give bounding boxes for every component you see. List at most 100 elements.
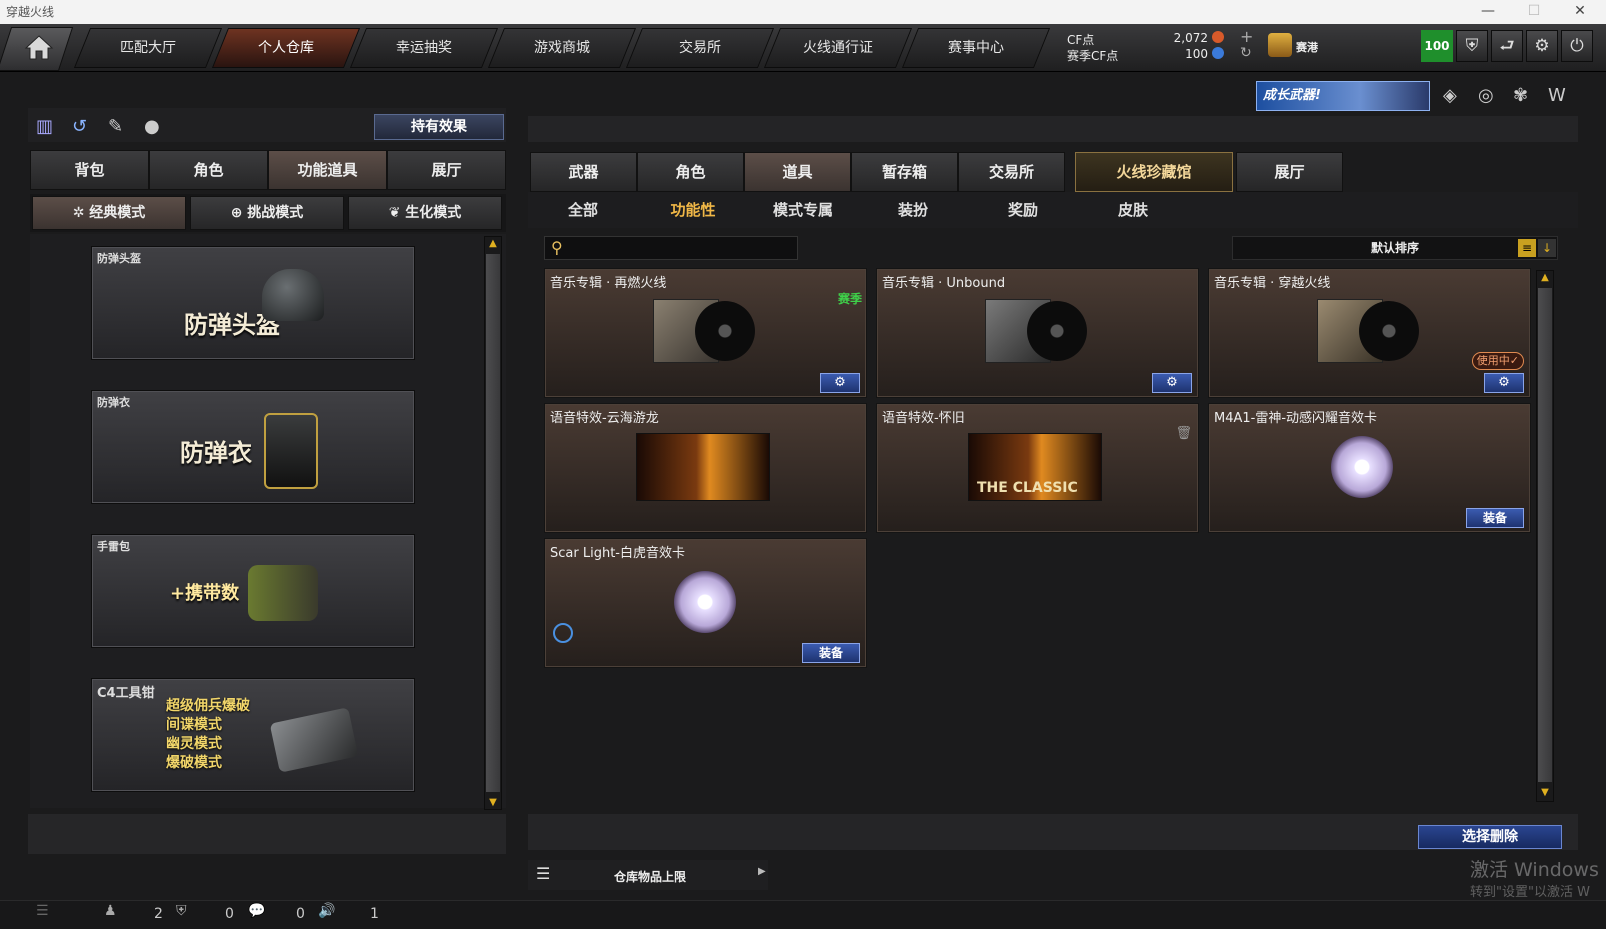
menu-icon[interactable]: ☰ [36, 903, 49, 919]
close-button[interactable]: ✕ [1558, 0, 1602, 24]
equip-button[interactable]: 装备 [1466, 508, 1524, 528]
card-label: 防弹衣 [97, 396, 130, 409]
friends-icon[interactable]: ♟ [104, 903, 117, 919]
right-scroll-thumb[interactable] [1538, 288, 1552, 782]
history-icon[interactable]: ↺ [72, 116, 87, 137]
nav-tab-exchange[interactable]: 交易所 [625, 28, 775, 68]
nav-tab-lucky-draw[interactable]: 幸运抽奖 [349, 28, 499, 68]
refresh-cf-button[interactable]: ↻ [1240, 45, 1252, 61]
cf-coin-icon [1212, 31, 1224, 43]
subtab-rewards[interactable]: 奖励 [968, 192, 1078, 228]
left-tab-backpack[interactable]: 背包 [30, 150, 149, 190]
power-button[interactable]: ⏻ [1561, 30, 1593, 62]
scroll-up-arrow-icon[interactable]: ▲ [484, 238, 502, 249]
c4-modes-list: 超级佣兵爆破 间谍模式 幽灵模式 爆破模式 [166, 697, 250, 773]
right-tab-stash[interactable]: 暂存箱 [851, 152, 958, 192]
item-label: 音乐专辑 · 再燃火线 [550, 276, 667, 291]
nav-tab-event-center[interactable]: 赛事中心 [901, 28, 1051, 68]
wire-cutter-icon [269, 707, 359, 773]
item-card[interactable]: 语音特效-云海游龙 [544, 403, 867, 533]
rank-emblem-icon [1268, 33, 1292, 57]
settings-button[interactable]: ⚙ [1526, 30, 1558, 62]
c4-mode-line: 幽灵模式 [166, 736, 222, 752]
left-tab-showroom[interactable]: 展厅 [387, 150, 506, 190]
level-badge[interactable]: 100 [1421, 30, 1453, 62]
item-card[interactable]: 音乐专辑 · 再燃火线 赛季 ⚙ [544, 268, 867, 398]
item-card[interactable]: Scar Light-白虎音效卡 装备 [544, 538, 867, 668]
helmet-icon [262, 269, 324, 321]
left-scroll-thumb[interactable] [486, 254, 500, 792]
vinyl-disc-icon [695, 301, 755, 361]
scroll-up-arrow-icon[interactable]: ▲ [1536, 272, 1554, 283]
sort-direction-icon[interactable]: ↓ [1538, 239, 1556, 257]
w-logo-icon[interactable]: W [1548, 85, 1566, 106]
item-card[interactable]: M4A1-雷神-动感闪耀音效卡 装备 [1208, 403, 1531, 533]
challenge-mode-icon: ⊕ [230, 205, 248, 221]
item-card[interactable]: 音乐专辑 · Unbound ⚙ [876, 268, 1199, 398]
zombie-mode-icon: ❦ [388, 205, 406, 221]
grenade-icon[interactable]: ● [144, 116, 160, 137]
clover-icon[interactable]: ✾ [1513, 85, 1528, 106]
growth-weapon-banner[interactable]: 成长武器! [1256, 81, 1430, 111]
c4-mode-line: 爆破模式 [166, 755, 222, 771]
nav-tab-personal-storage[interactable]: 个人仓库 [211, 28, 361, 68]
return-button[interactable]: ⮐ [1491, 30, 1523, 62]
list-view-icon[interactable]: ≡ [1518, 239, 1536, 257]
left-card-helmet[interactable]: 防弹头盔 防弹头盔 [91, 246, 415, 360]
equip-button[interactable]: 装备 [802, 643, 860, 663]
subtab-dress-up[interactable]: 装扮 [858, 192, 968, 228]
ranking-icon[interactable]: ▥ [36, 116, 53, 137]
spray-icon[interactable]: ✎ [108, 116, 123, 137]
right-tab-items[interactable]: 道具 [744, 152, 851, 192]
mode-zombie[interactable]: ❦ 生化模式 [348, 196, 502, 230]
select-delete-button[interactable]: 选择删除 [1418, 825, 1562, 849]
left-tab-character[interactable]: 角色 [149, 150, 268, 190]
nav-tab-match-lobby[interactable]: 匹配大厅 [73, 28, 223, 68]
speaker-count: 1 [370, 906, 379, 922]
holding-effects-button[interactable]: 持有效果 [374, 114, 504, 140]
item-card[interactable]: 音乐专辑 · 穿越火线 使用中✓ ⚙ [1208, 268, 1531, 398]
right-tab-character[interactable]: 角色 [637, 152, 744, 192]
mode-challenge[interactable]: ⊕ 挑战模式 [190, 196, 344, 230]
item-label: 语音特效-怀旧 [882, 411, 965, 426]
nav-tab-game-mall[interactable]: 游戏商城 [487, 28, 637, 68]
minimize-button[interactable]: — [1466, 0, 1510, 24]
left-card-vest[interactable]: 防弹衣 防弹衣 [91, 390, 415, 504]
scroll-down-arrow-icon[interactable]: ▼ [484, 797, 502, 808]
subtab-all[interactable]: 全部 [528, 192, 638, 228]
item-settings-button[interactable]: ⚙ [820, 373, 860, 393]
trash-icon[interactable]: 🗑 [1175, 426, 1192, 441]
subtab-mode-exclusive[interactable]: 模式专属 [748, 192, 858, 228]
subtab-functional[interactable]: 功能性 [638, 192, 748, 228]
globe-icon[interactable]: ◎ [1478, 85, 1494, 106]
scroll-down-arrow-icon[interactable]: ▼ [1536, 787, 1554, 798]
window-title: 穿越火线 [6, 5, 55, 19]
vip-shield-icon[interactable]: ◈ [1443, 85, 1457, 106]
left-card-c4-tool[interactable]: C4工具钳 超级佣兵爆破 间谍模式 幽灵模式 爆破模式 [91, 678, 415, 792]
expand-arrow-icon[interactable]: ▶ [758, 866, 766, 877]
item-label: 语音特效-云海游龙 [550, 411, 659, 426]
item-card[interactable]: 语音特效-怀旧 🗑 THE CLASSIC [876, 403, 1199, 533]
window-title-bar: 穿越火线 [0, 0, 1606, 24]
sound-card-disc-icon [1331, 436, 1393, 498]
storage-limit-label: 仓库物品上限 [614, 870, 687, 884]
left-tab-function-items[interactable]: 功能道具 [268, 150, 387, 190]
mode-classic[interactable]: ✲ 经典模式 [32, 196, 186, 230]
chat-icon[interactable]: 💬 [248, 903, 265, 919]
left-card-grenade-pack[interactable]: 手雷包 +携带数 [91, 534, 415, 648]
sort-dropdown[interactable]: 默认排序 [1232, 236, 1558, 260]
clan-shield-icon[interactable]: ⛨ [176, 903, 187, 919]
search-input[interactable] [574, 239, 792, 257]
right-tab-weapons[interactable]: 武器 [530, 152, 637, 192]
item-settings-button[interactable]: ⚙ [1484, 373, 1524, 393]
add-cf-button[interactable]: + [1240, 27, 1253, 46]
speaker-icon[interactable]: 🔊 [318, 903, 335, 919]
right-tab-showroom[interactable]: 展厅 [1236, 152, 1343, 192]
shield-button[interactable]: ⛨ [1456, 30, 1488, 62]
right-tab-collection[interactable]: 火线珍藏馆 [1075, 152, 1233, 192]
right-tab-exchange[interactable]: 交易所 [958, 152, 1065, 192]
item-settings-button[interactable]: ⚙ [1152, 373, 1192, 393]
subtab-skins[interactable]: 皮肤 [1078, 192, 1188, 228]
maximize-button[interactable]: ☐ [1512, 0, 1556, 24]
nav-tab-battle-pass[interactable]: 火线通行证 [763, 28, 913, 68]
